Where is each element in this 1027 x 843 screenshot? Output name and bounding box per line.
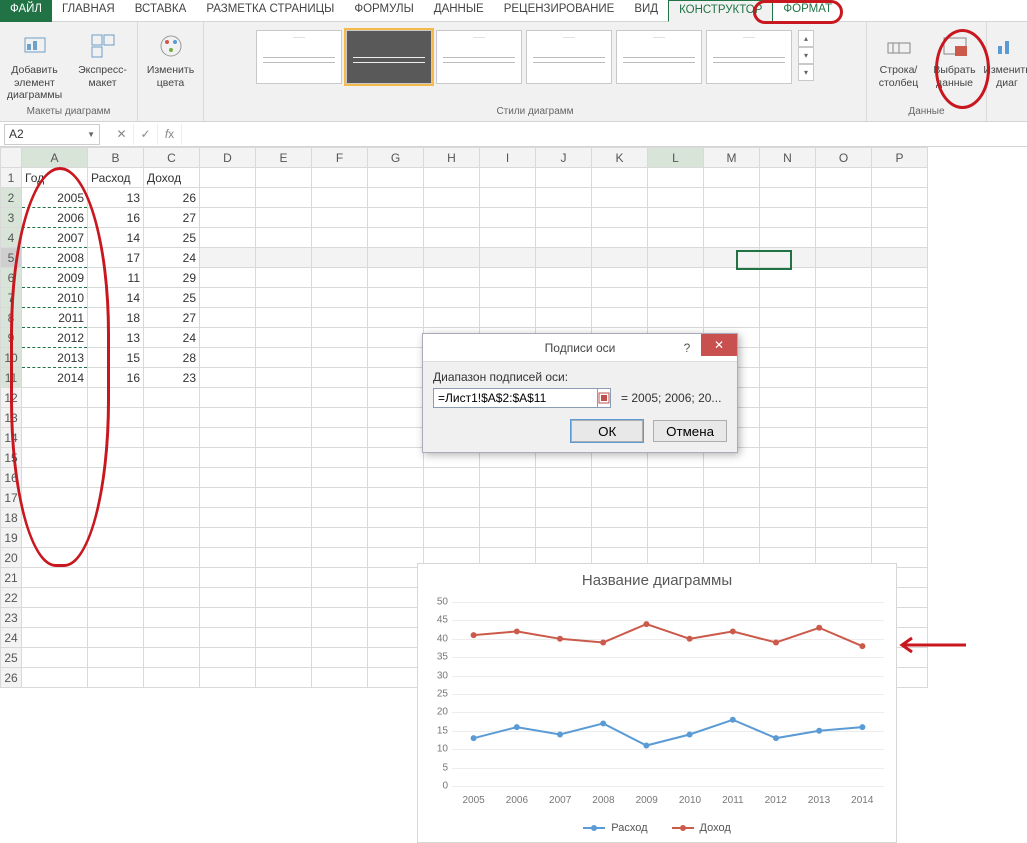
axis-range-input[interactable] bbox=[434, 389, 597, 407]
chevron-down-icon[interactable]: ▼ bbox=[87, 130, 95, 139]
quick-layout-icon bbox=[87, 30, 119, 62]
group-label-layouts: Макеты диаграмм bbox=[27, 106, 111, 119]
select-data-icon bbox=[939, 30, 971, 62]
chart-style-gallery[interactable]: —— —— —— —— —— ▴ ▾ ▾ bbox=[256, 26, 814, 84]
palette-icon bbox=[155, 30, 187, 62]
tab-insert[interactable]: ВСТАВКА bbox=[125, 0, 197, 22]
col-header-J[interactable]: J bbox=[536, 148, 592, 168]
switch-icon bbox=[883, 30, 915, 62]
switch-row-column-button[interactable]: Строка/столбец bbox=[874, 26, 924, 89]
add-chart-element-button[interactable]: Добавить элемент диаграммы bbox=[4, 26, 66, 102]
col-header-P[interactable]: P bbox=[872, 148, 928, 168]
col-header-O[interactable]: O bbox=[816, 148, 872, 168]
tab-pagelayout[interactable]: РАЗМЕТКА СТРАНИЦЫ bbox=[196, 0, 344, 22]
col-header-A[interactable]: A bbox=[22, 148, 88, 168]
chart-style-3[interactable]: —— bbox=[436, 30, 522, 84]
range-preview-text: = 2005; 2006; 20... bbox=[621, 391, 721, 405]
col-header-D[interactable]: D bbox=[200, 148, 256, 168]
add-element-icon bbox=[19, 30, 51, 62]
chart-style-6[interactable]: —— bbox=[706, 30, 792, 84]
col-header-F[interactable]: F bbox=[312, 148, 368, 168]
chart-legend: Расход Доход bbox=[418, 822, 896, 834]
dialog-cancel-button[interactable]: Отмена bbox=[653, 420, 727, 442]
col-header-G[interactable]: G bbox=[368, 148, 424, 168]
col-header-E[interactable]: E bbox=[256, 148, 312, 168]
x-axis: 2005200620072008200920102011201220132014 bbox=[452, 795, 884, 806]
tab-format[interactable]: ФОРМАТ bbox=[773, 0, 842, 22]
dialog-titlebar[interactable]: Подписи оси ? ✕ bbox=[423, 334, 737, 362]
name-box[interactable]: A2▼ bbox=[4, 124, 100, 145]
col-header-B[interactable]: B bbox=[88, 148, 144, 168]
formula-bar: A2▼ ✕ ✓ fx bbox=[0, 122, 1027, 147]
worksheet-grid[interactable]: A B C D E F G H I J K L M N O P 1ГодРасх… bbox=[0, 147, 1027, 703]
col-header-I[interactable]: I bbox=[480, 148, 536, 168]
col-header-N[interactable]: N bbox=[760, 148, 816, 168]
chart-style-2[interactable] bbox=[346, 30, 432, 84]
tab-view[interactable]: ВИД bbox=[624, 0, 668, 22]
tab-data[interactable]: ДАННЫЕ bbox=[424, 0, 494, 22]
dialog-help-button[interactable]: ? bbox=[673, 334, 701, 362]
gallery-up-button[interactable]: ▴ bbox=[798, 30, 814, 47]
embedded-chart[interactable]: Название диаграммы 05101520253035404550 … bbox=[417, 563, 897, 843]
tab-file[interactable]: ФАЙЛ bbox=[0, 0, 52, 22]
chart-title[interactable]: Название диаграммы bbox=[418, 564, 896, 593]
range-picker-button[interactable] bbox=[597, 389, 610, 407]
dialog-field-label: Диапазон подписей оси: bbox=[433, 370, 727, 384]
chart-style-4[interactable]: —— bbox=[526, 30, 612, 84]
fx-button[interactable]: fx bbox=[158, 124, 182, 145]
tab-home[interactable]: ГЛАВНАЯ bbox=[52, 0, 125, 22]
ribbon-tabs: ФАЙЛ ГЛАВНАЯ ВСТАВКА РАЗМЕТКА СТРАНИЦЫ Ф… bbox=[0, 0, 1027, 22]
cancel-edit-button[interactable]: ✕ bbox=[110, 124, 134, 145]
col-header-K[interactable]: K bbox=[592, 148, 648, 168]
quick-layout-button[interactable]: Экспресс-макет bbox=[72, 26, 134, 89]
tab-design[interactable]: КОНСТРУКТОР bbox=[668, 0, 773, 22]
col-header-M[interactable]: M bbox=[704, 148, 760, 168]
change-colors-button[interactable]: Изменить цвета bbox=[140, 26, 202, 89]
axis-labels-dialog: Подписи оси ? ✕ Диапазон подписей оси: =… bbox=[422, 333, 738, 453]
dialog-close-button[interactable]: ✕ bbox=[701, 334, 737, 356]
chart-type-icon bbox=[991, 30, 1023, 62]
formula-input[interactable] bbox=[182, 124, 1027, 145]
gallery-down-button[interactable]: ▾ bbox=[798, 47, 814, 64]
confirm-edit-button[interactable]: ✓ bbox=[134, 124, 158, 145]
change-chart-type-button[interactable]: Изменить диаг bbox=[990, 26, 1024, 89]
tab-formulas[interactable]: ФОРМУЛЫ bbox=[344, 0, 423, 22]
group-label-data: Данные bbox=[908, 106, 944, 119]
chart-style-1[interactable]: —— bbox=[256, 30, 342, 84]
group-label-styles: Стили диаграмм bbox=[496, 106, 573, 119]
col-header-L[interactable]: L bbox=[648, 148, 704, 168]
dialog-ok-button[interactable]: ОК bbox=[571, 420, 643, 442]
legend-label-2: Доход bbox=[700, 822, 731, 834]
tab-review[interactable]: РЕЦЕНЗИРОВАНИЕ bbox=[494, 0, 625, 22]
select-data-button[interactable]: Выбрать данные bbox=[930, 26, 980, 89]
col-header-C[interactable]: C bbox=[144, 148, 200, 168]
col-header-H[interactable]: H bbox=[424, 148, 480, 168]
gallery-more-button[interactable]: ▾ bbox=[798, 64, 814, 81]
ribbon-body: Добавить элемент диаграммы Экспресс-маке… bbox=[0, 22, 1027, 122]
legend-label-1: Расход bbox=[611, 822, 647, 834]
chart-style-5[interactable]: —— bbox=[616, 30, 702, 84]
dialog-title-text: Подписи оси bbox=[545, 341, 616, 355]
plot-area[interactable]: 05101520253035404550 bbox=[452, 602, 884, 786]
